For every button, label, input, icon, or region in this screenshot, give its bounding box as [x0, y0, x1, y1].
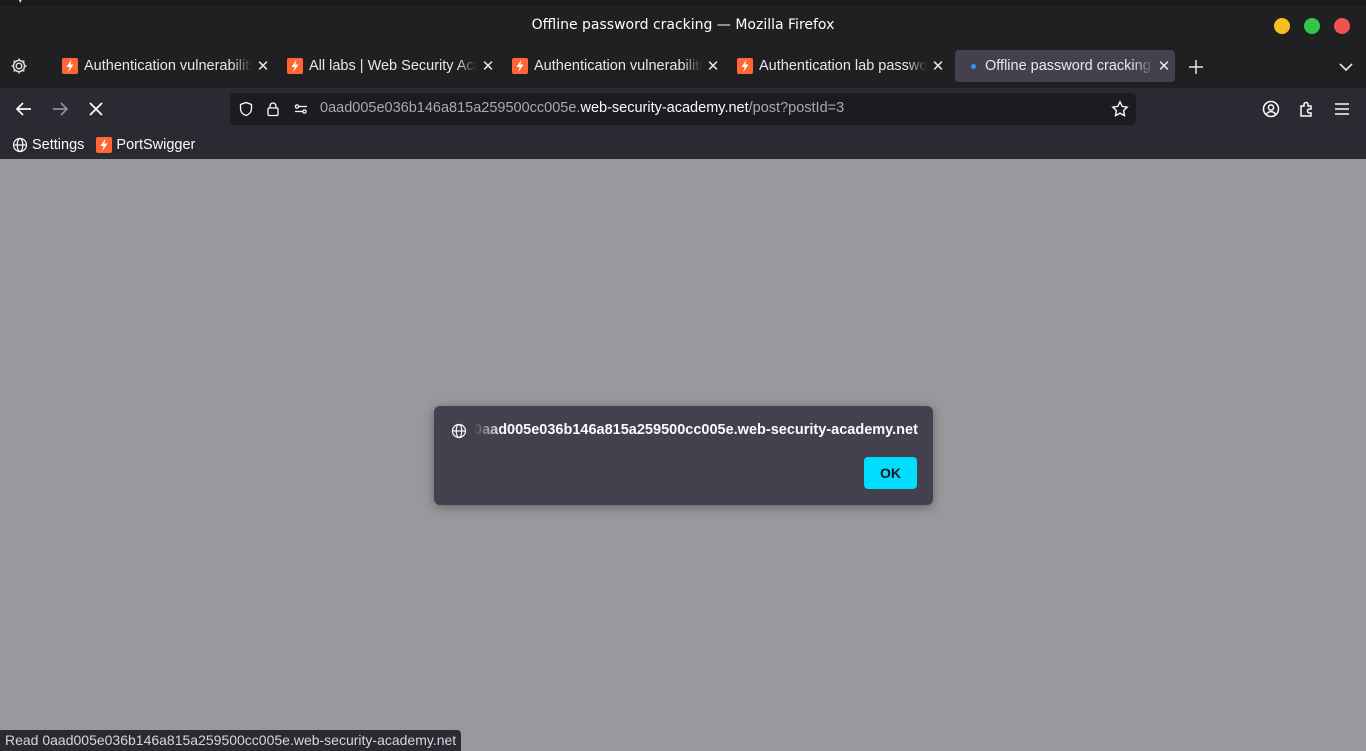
tab-offline-password-cracking[interactable]: Offline password cracking ✕ [955, 50, 1175, 82]
close-tab-icon[interactable]: ✕ [705, 58, 721, 74]
tab-strip: Authentication vulnerabilities ✕ All lab… [0, 44, 1366, 88]
shield-icon[interactable] [238, 101, 254, 117]
lock-icon[interactable] [265, 101, 281, 117]
globe-icon [451, 423, 467, 439]
chevron-down-icon[interactable] [1336, 57, 1356, 77]
globe-icon [12, 137, 28, 152]
back-arrow-icon[interactable] [14, 99, 34, 119]
url-domain: web-security-academy.net [580, 100, 749, 116]
ok-button[interactable]: OK [864, 457, 917, 489]
tab-label: Authentication vulnerabilities [84, 58, 252, 74]
window-title: Offline password cracking — Mozilla Fire… [531, 17, 835, 33]
permissions-icon[interactable] [293, 101, 309, 117]
close-tab-icon[interactable]: ✕ [930, 58, 946, 74]
bookmarks-bar: Settings PortSwigger [0, 130, 1366, 159]
close-tab-icon[interactable]: ✕ [1156, 58, 1172, 74]
plus-icon[interactable] [1186, 57, 1206, 77]
tab-authentication-vulnerabilities[interactable]: Authentication vulnerabilities ✕ [54, 50, 272, 82]
tab-label: Authentication lab passwords [759, 58, 927, 74]
bookmark-label: Settings [32, 136, 85, 153]
maximize-button[interactable] [1304, 18, 1320, 34]
status-bar: Read 0aad005e036b146a815a259500cc005e.we… [0, 730, 462, 751]
bookmark-label: PortSwigger [116, 136, 196, 153]
portswigger-icon [287, 58, 303, 74]
gear-icon[interactable] [9, 56, 29, 76]
portswigger-icon [96, 136, 113, 153]
star-icon[interactable] [1111, 100, 1129, 118]
url-path: /post?postId=3 [748, 100, 845, 116]
window-titlebar: Offline password cracking — Mozilla Fire… [0, 6, 1366, 44]
bookmark-settings[interactable]: Settings [12, 137, 84, 153]
portswigger-icon [62, 58, 78, 74]
hamburger-menu-icon[interactable] [1332, 99, 1352, 119]
dialog-origin: 0aad005e036b146a815a259500cc005e.web-sec… [474, 422, 918, 438]
extensions-icon[interactable] [1297, 99, 1317, 119]
account-icon[interactable] [1261, 99, 1281, 119]
bookmark-portswigger[interactable]: PortSwigger [96, 136, 196, 153]
tab-authentication-vulnerabilities-2[interactable]: Authentication vulnerabilities ✕ [504, 50, 722, 82]
url-text[interactable]: 0aad005e036b146a815a259500cc005e.web-sec… [320, 100, 844, 116]
tab-label: Offline password cracking [985, 58, 1151, 74]
portswigger-icon [512, 58, 528, 74]
close-window-button[interactable] [1334, 18, 1350, 34]
portswigger-icon [737, 58, 753, 74]
close-tab-icon[interactable]: ✕ [255, 58, 271, 74]
address-bar[interactable]: 0aad005e036b146a815a259500cc005e.web-sec… [230, 93, 1136, 125]
tab-all-labs[interactable]: All labs | Web Security Academy ✕ [279, 50, 497, 82]
close-tab-icon[interactable]: ✕ [480, 58, 496, 74]
forward-arrow-icon[interactable] [50, 99, 70, 119]
navigation-toolbar: 0aad005e036b146a815a259500cc005e.web-sec… [0, 88, 1366, 130]
url-subdomain: 0aad005e036b146a815a259500cc005e. [320, 100, 581, 116]
tab-label: All labs | Web Security Academy [309, 58, 477, 74]
minimize-button[interactable] [1274, 18, 1290, 34]
stop-loading-icon[interactable] [86, 99, 106, 119]
loading-indicator [971, 63, 976, 69]
alert-dialog: 0aad005e036b146a815a259500cc005e.web-sec… [434, 406, 933, 505]
window-controls [1274, 18, 1350, 34]
tab-label: Authentication vulnerabilities [534, 58, 702, 74]
tab-authentication-lab-passwords[interactable]: Authentication lab passwords ✕ [729, 50, 947, 82]
